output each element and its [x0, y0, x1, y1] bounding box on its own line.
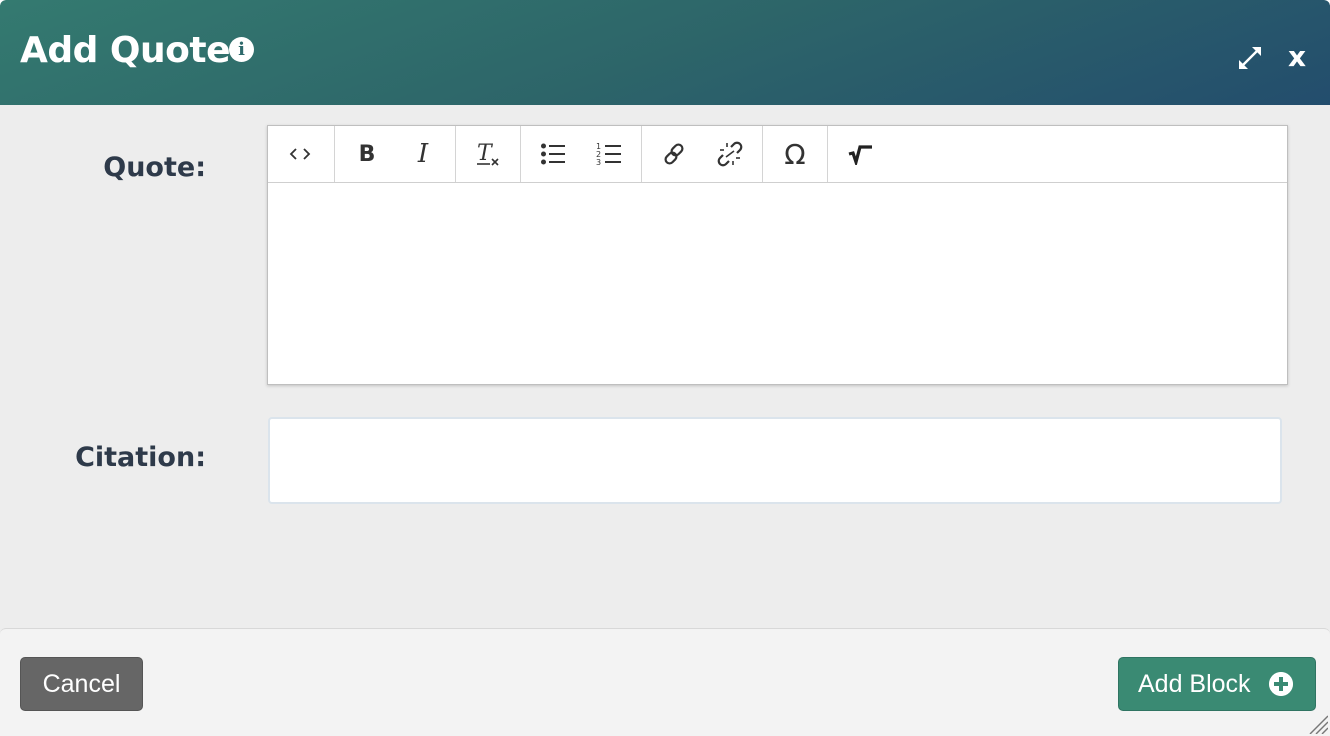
numbered-list-button[interactable]: 1 2 3 [581, 134, 637, 174]
quote-label: Quote: [103, 152, 206, 183]
link-button[interactable] [646, 134, 702, 174]
bulleted-list-button[interactable] [525, 134, 581, 174]
add-block-label: Add Block [1138, 670, 1251, 698]
unlink-button[interactable] [702, 134, 758, 174]
toolbar-group-clear: T [456, 126, 521, 182]
cancel-button[interactable]: Cancel [20, 657, 143, 711]
svg-text:T: T [477, 141, 494, 166]
code-icon [289, 148, 311, 160]
link-icon [664, 143, 684, 165]
info-icon[interactable]: i [229, 37, 254, 62]
citation-input[interactable] [268, 417, 1282, 504]
quote-editor: B I T 1 2 3 Ω [267, 125, 1288, 385]
toolbar-group-math [828, 126, 892, 182]
italic-button[interactable]: I [395, 134, 451, 174]
add-quote-dialog: Add Quote i x Quote: B I T 1 2 3 Ω Citat… [0, 0, 1330, 736]
bold-button[interactable]: B [339, 134, 395, 174]
dialog-header: Add Quote i x [0, 0, 1330, 105]
resize-handle-icon[interactable] [1306, 712, 1328, 734]
plus-circle-icon [1269, 672, 1293, 696]
source-code-button[interactable] [272, 134, 328, 174]
remove-format-button[interactable]: T [460, 134, 516, 174]
toolbar-group-links [642, 126, 763, 182]
dialog-title: Add Quote [20, 30, 231, 71]
toolbar-group-special: Ω [763, 126, 828, 182]
add-block-button[interactable]: Add Block [1118, 657, 1316, 711]
numbered-list-icon: 1 2 3 [596, 142, 621, 167]
special-character-button[interactable]: Ω [767, 134, 823, 174]
expand-icon[interactable] [1236, 44, 1264, 72]
quote-text-area[interactable] [268, 183, 1287, 384]
toolbar-group-lists: 1 2 3 [521, 126, 642, 182]
square-root-icon [848, 145, 872, 165]
clear-format-icon: T [477, 141, 499, 166]
bulleted-list-icon [541, 143, 565, 165]
math-button[interactable] [832, 134, 888, 174]
close-button[interactable]: x [1288, 40, 1306, 73]
editor-toolbar: B I T 1 2 3 Ω [268, 126, 1287, 183]
unlink-icon [717, 141, 743, 167]
svg-text:3: 3 [596, 158, 601, 167]
toolbar-group-basic: B I [335, 126, 456, 182]
toolbar-group-source [268, 126, 335, 182]
citation-label: Citation: [75, 442, 206, 473]
